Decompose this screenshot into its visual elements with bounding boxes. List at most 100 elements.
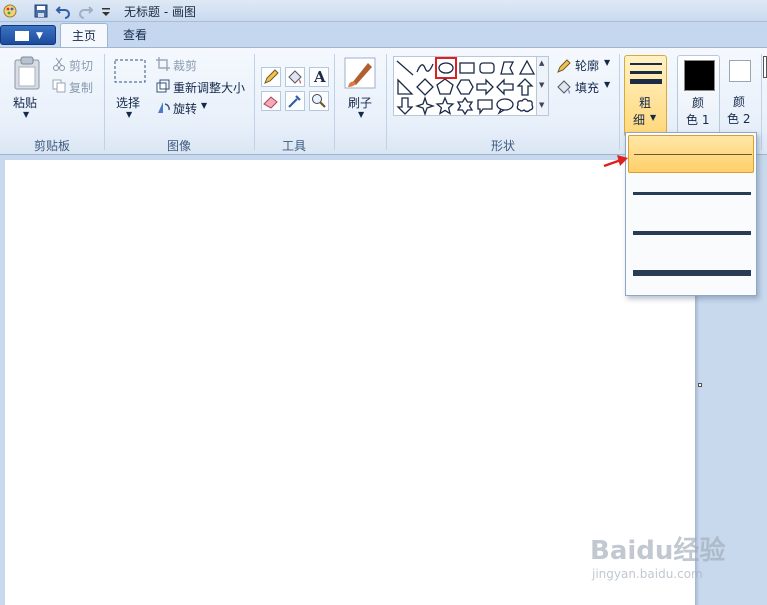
color1-label-line1: 颜 bbox=[692, 96, 705, 110]
color1-button[interactable]: 颜 色 1 bbox=[677, 55, 720, 137]
shapes-gallery-scrollbar[interactable]: ▲ ▼ ▼ bbox=[537, 56, 549, 116]
cloud-callout-shape-icon[interactable] bbox=[515, 96, 535, 116]
gallery-expand-arrow[interactable]: ▼ bbox=[539, 101, 544, 109]
text-tool-label: A bbox=[314, 68, 326, 86]
tools-group-label: 工具 bbox=[282, 139, 307, 153]
paste-label[interactable]: 粘贴 bbox=[13, 94, 37, 111]
oval-callout-shape-icon[interactable] bbox=[495, 96, 515, 116]
rotate-dropdown-arrow[interactable]: ▼ bbox=[201, 101, 207, 110]
select-icon[interactable] bbox=[114, 59, 146, 83]
annotation-arrow-icon bbox=[603, 155, 628, 168]
rotate-icon bbox=[158, 102, 170, 113]
text-tool[interactable]: A bbox=[309, 67, 329, 87]
crop-button[interactable]: 裁剪 bbox=[173, 57, 197, 74]
outline-dropdown-arrow[interactable]: ▼ bbox=[604, 58, 610, 67]
outline-button[interactable]: 轮廓 bbox=[575, 57, 599, 74]
fill-icon bbox=[557, 80, 571, 94]
curve-shape-icon[interactable] bbox=[415, 58, 435, 78]
paint-app-icon[interactable] bbox=[2, 3, 18, 19]
scroll-up-arrow[interactable]: ▲ bbox=[539, 59, 544, 67]
right-arrow-shape-icon[interactable] bbox=[475, 77, 495, 97]
color1-swatch bbox=[684, 60, 715, 91]
pentagon-shape-icon[interactable] bbox=[435, 77, 455, 97]
watermark-brand: Baidu经验 bbox=[590, 536, 726, 566]
pencil-tool[interactable] bbox=[261, 67, 281, 87]
fill-tool[interactable] bbox=[285, 67, 305, 87]
title-bar: 无标题 - 画图 bbox=[0, 0, 767, 22]
application-menu-button[interactable]: ▼ bbox=[0, 25, 56, 45]
magnifier-icon bbox=[312, 94, 326, 108]
left-arrow-shape-icon[interactable] bbox=[495, 77, 515, 97]
size-option-5px[interactable] bbox=[628, 214, 754, 252]
size-option-1px[interactable] bbox=[628, 135, 754, 173]
four-point-star-shape-icon[interactable] bbox=[415, 96, 435, 116]
size-option-3px[interactable] bbox=[628, 174, 754, 212]
size-line-preview bbox=[633, 192, 751, 195]
eraser-tool[interactable] bbox=[261, 91, 281, 111]
size-dropdown-arrow: ▼ bbox=[650, 113, 657, 122]
triangle-shape-icon[interactable] bbox=[517, 58, 537, 78]
select-label[interactable]: 选择 bbox=[116, 94, 140, 111]
size-option-8px[interactable] bbox=[628, 254, 754, 292]
rounded-rectangle-shape-icon[interactable] bbox=[477, 58, 497, 78]
rotate-button[interactable]: 旋转 bbox=[173, 100, 197, 117]
color1-label-line2: 色 1 bbox=[686, 113, 710, 127]
tab-home[interactable]: 主页 bbox=[60, 23, 109, 49]
eyedropper-icon bbox=[288, 95, 301, 108]
color2-swatch[interactable] bbox=[729, 60, 751, 82]
rectangle-shape-icon[interactable] bbox=[457, 58, 477, 78]
separator bbox=[334, 54, 335, 150]
canvas-resize-handle[interactable] bbox=[698, 383, 702, 387]
diamond-shape-icon[interactable] bbox=[415, 77, 435, 97]
five-point-star-shape-icon[interactable] bbox=[435, 96, 455, 116]
paste-icon[interactable] bbox=[12, 56, 42, 90]
up-arrow-shape-icon[interactable] bbox=[515, 77, 535, 97]
paste-dropdown-arrow[interactable]: ▼ bbox=[23, 110, 29, 119]
customize-quick-access-icon[interactable] bbox=[98, 3, 114, 19]
right-triangle-shape-icon[interactable] bbox=[395, 77, 415, 97]
color2-label-line1[interactable]: 颜 bbox=[733, 93, 745, 110]
line-shape-icon[interactable] bbox=[395, 58, 415, 78]
fill-dropdown-arrow[interactable]: ▼ bbox=[604, 80, 610, 89]
select-dropdown-arrow[interactable]: ▼ bbox=[126, 110, 132, 119]
chevron-down-icon: ▼ bbox=[36, 31, 43, 41]
separator bbox=[619, 54, 620, 150]
six-point-star-shape-icon[interactable] bbox=[455, 96, 475, 116]
size-dropdown-menu bbox=[625, 132, 757, 296]
window-title: 无标题 - 画图 bbox=[124, 5, 196, 19]
color-palette-edge[interactable] bbox=[763, 56, 767, 78]
brush-label[interactable]: 刷子 bbox=[348, 94, 372, 111]
save-icon[interactable] bbox=[33, 3, 49, 19]
color2-label-line2[interactable]: 色 2 bbox=[727, 110, 750, 127]
scroll-down-arrow[interactable]: ▼ bbox=[539, 81, 544, 89]
size-label-line1: 粗 bbox=[639, 96, 652, 110]
fill-button[interactable]: 填充 bbox=[575, 79, 599, 96]
copy-icon bbox=[52, 79, 66, 93]
brush-icon[interactable] bbox=[344, 57, 376, 89]
pencil-icon bbox=[264, 69, 279, 84]
paint-bucket-icon bbox=[288, 70, 302, 84]
oval-shape-icon bbox=[438, 62, 454, 74]
size-line-preview bbox=[634, 154, 752, 155]
polygon-shape-icon[interactable] bbox=[497, 58, 517, 78]
oval-shape-button[interactable] bbox=[435, 57, 457, 79]
shapes-group-label: 形状 bbox=[491, 139, 516, 153]
brush-dropdown-arrow[interactable]: ▼ bbox=[358, 110, 364, 119]
size-button[interactable]: 粗 细 ▼ bbox=[624, 55, 667, 137]
magnifier-tool[interactable] bbox=[309, 91, 329, 111]
image-group-label: 图像 bbox=[167, 139, 192, 153]
separator bbox=[386, 54, 387, 150]
separator bbox=[104, 54, 105, 150]
watermark-url: jingyan.baidu.com bbox=[592, 567, 703, 581]
color-picker-tool[interactable] bbox=[285, 91, 305, 111]
tab-view[interactable]: 查看 bbox=[112, 23, 158, 48]
undo-icon[interactable] bbox=[55, 3, 71, 19]
down-arrow-shape-icon[interactable] bbox=[395, 96, 415, 116]
copy-button[interactable]: 复制 bbox=[69, 79, 93, 96]
resize-button[interactable]: 重新调整大小 bbox=[173, 79, 245, 96]
watermark: Baidu经验 jingyan.baidu.com bbox=[590, 530, 725, 581]
rounded-callout-shape-icon[interactable] bbox=[475, 96, 495, 116]
cut-button[interactable]: 剪切 bbox=[69, 57, 93, 74]
hexagon-shape-icon[interactable] bbox=[455, 77, 475, 97]
redo-icon[interactable] bbox=[78, 3, 94, 19]
